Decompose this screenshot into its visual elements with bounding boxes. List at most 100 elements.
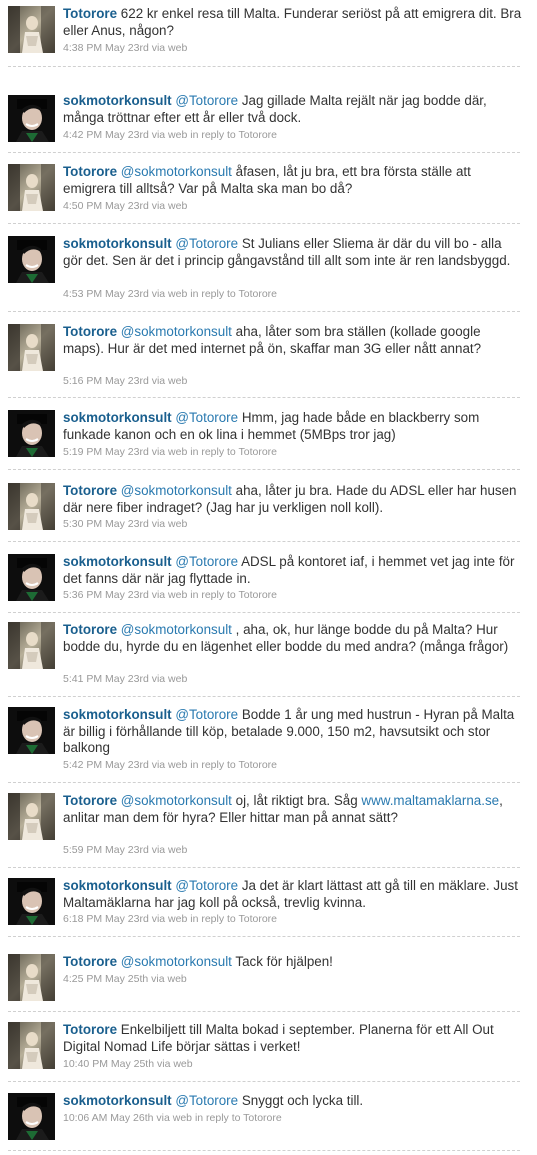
source-label: via web	[151, 518, 188, 530]
username-link[interactable]: sokmotorkonsult	[63, 1093, 172, 1108]
tweet-text: Totorore @sokmotorkonsult , aha, ok, hur…	[63, 622, 523, 655]
tweet-text: Totorore @sokmotorkonsult aha, låter ju …	[63, 483, 523, 516]
avatar-totorore[interactable]	[8, 793, 55, 840]
timestamp-link[interactable]: 5:19 PM May 23rd	[63, 446, 149, 458]
source-label: via web	[151, 913, 188, 925]
timestamp-link[interactable]: 5:30 PM May 23rd	[63, 518, 149, 530]
mention-link[interactable]: @Totorore	[175, 707, 238, 722]
avatar-sokmotorkonsult[interactable]	[8, 554, 55, 601]
username-link[interactable]: sokmotorkonsult	[63, 236, 172, 251]
avatar-totorore[interactable]	[8, 6, 55, 53]
timestamp-link[interactable]: 4:42 PM May 23rd	[63, 129, 149, 141]
mention-link[interactable]: @Totorore	[175, 410, 238, 425]
username-link[interactable]: Totorore	[63, 793, 117, 808]
tweet-divider	[8, 66, 520, 67]
avatar-sokmotorkonsult[interactable]	[8, 707, 55, 754]
timestamp-link[interactable]: 4:25 PM May 25th	[63, 973, 148, 985]
username-link[interactable]: sokmotorkonsult	[63, 707, 172, 722]
avatar-sokmotorkonsult[interactable]	[8, 95, 55, 142]
timestamp-link[interactable]: 4:53 PM May 23rd	[63, 288, 149, 300]
avatar-sokmotorkonsult[interactable]	[8, 236, 55, 283]
tweet-text: sokmotorkonsult @Totorore ADSL på kontor…	[63, 554, 523, 587]
in-reply-to-link[interactable]: in reply to Totorore	[190, 129, 277, 141]
tweet-meta: 5:30 PM May 23rd via web	[63, 518, 187, 530]
avatar-totorore[interactable]	[8, 622, 55, 669]
tweet-meta: 4:25 PM May 25th via web	[63, 973, 187, 985]
source-label: via web	[151, 129, 188, 141]
mention-link[interactable]: @Totorore	[175, 554, 238, 569]
timestamp-link[interactable]: 4:38 PM May 23rd	[63, 42, 149, 54]
username-link[interactable]: Totorore	[63, 483, 117, 498]
timestamp-link[interactable]: 5:42 PM May 23rd	[63, 759, 149, 771]
avatar-totorore[interactable]	[8, 164, 55, 211]
mention-link[interactable]: @Totorore	[175, 878, 238, 893]
username-link[interactable]: Totorore	[63, 6, 117, 21]
avatar-totorore[interactable]	[8, 324, 55, 371]
source-label: via web	[156, 1112, 193, 1124]
avatar-sokmotorkonsult[interactable]	[8, 410, 55, 457]
source-label: via web	[151, 446, 188, 458]
tweet-meta: 5:41 PM May 23rd via web	[63, 673, 187, 685]
tweet-text: sokmotorkonsult @Totorore Ja det är klar…	[63, 878, 523, 911]
mention-link[interactable]: @sokmotorkonsult	[121, 483, 232, 498]
mention-link[interactable]: @sokmotorkonsult	[121, 954, 232, 969]
username-link[interactable]: sokmotorkonsult	[63, 410, 172, 425]
in-reply-to-link[interactable]: in reply to Totorore	[190, 913, 277, 925]
tweet-message: Snyggt och lycka till.	[241, 1093, 364, 1108]
username-link[interactable]: Totorore	[63, 954, 117, 969]
tweet-divider	[8, 152, 520, 153]
source-label: via web	[151, 288, 188, 300]
mention-link[interactable]: @sokmotorkonsult	[121, 324, 232, 339]
tweet-divider	[8, 782, 520, 783]
source-label: via web	[151, 200, 188, 212]
source-label: via web	[151, 844, 188, 856]
timestamp-link[interactable]: 5:16 PM May 23rd	[63, 375, 149, 387]
timestamp-link[interactable]: 6:18 PM May 23rd	[63, 913, 149, 925]
tweet-text: Totorore @sokmotorkonsult oj, låt riktig…	[63, 793, 523, 826]
timestamp-link[interactable]: 4:50 PM May 23rd	[63, 200, 149, 212]
tweet-divider	[8, 936, 520, 937]
timestamp-link[interactable]: 5:41 PM May 23rd	[63, 673, 149, 685]
tweet-divider	[8, 867, 520, 868]
avatar-totorore[interactable]	[8, 954, 55, 1001]
username-link[interactable]: Totorore	[63, 1022, 117, 1037]
in-reply-to-link[interactable]: in reply to Totorore	[195, 1112, 282, 1124]
tweet-meta: 5:59 PM May 23rd via web	[63, 844, 187, 856]
mention-link[interactable]: @sokmotorkonsult	[121, 164, 232, 179]
mention-link[interactable]: @Totorore	[175, 93, 238, 108]
avatar-sokmotorkonsult[interactable]	[8, 878, 55, 925]
username-link[interactable]: Totorore	[63, 324, 117, 339]
username-link[interactable]: Totorore	[63, 164, 117, 179]
tweet-divider	[8, 397, 520, 398]
source-label: via web	[151, 589, 188, 601]
mention-link[interactable]: @Totorore	[175, 236, 238, 251]
username-link[interactable]: Totorore	[63, 622, 117, 637]
in-reply-to-link[interactable]: in reply to Totorore	[190, 446, 277, 458]
username-link[interactable]: sokmotorkonsult	[63, 93, 172, 108]
tweet-divider	[8, 696, 520, 697]
tweet-text: Totorore 622 kr enkel resa till Malta. F…	[63, 6, 523, 39]
mention-link[interactable]: @sokmotorkonsult	[121, 793, 232, 808]
mention-link[interactable]: @sokmotorkonsult	[121, 622, 232, 637]
url-link[interactable]: www.maltamaklarna.se	[361, 793, 499, 808]
tweet-divider	[8, 469, 520, 470]
avatar-totorore[interactable]	[8, 1022, 55, 1069]
tweet-divider	[8, 1011, 520, 1012]
tweet-meta: 5:19 PM May 23rd via web in reply to Tot…	[63, 446, 277, 458]
in-reply-to-link[interactable]: in reply to Totorore	[190, 759, 277, 771]
mention-link[interactable]: @Totorore	[175, 1093, 238, 1108]
in-reply-to-link[interactable]: in reply to Totorore	[190, 288, 277, 300]
tweet-divider	[8, 1150, 520, 1151]
username-link[interactable]: sokmotorkonsult	[63, 554, 172, 569]
tweet-meta: 10:06 AM May 26th via web in reply to To…	[63, 1112, 282, 1124]
timestamp-link[interactable]: 5:36 PM May 23rd	[63, 589, 149, 601]
timestamp-link[interactable]: 5:59 PM May 23rd	[63, 844, 149, 856]
avatar-totorore[interactable]	[8, 483, 55, 530]
username-link[interactable]: sokmotorkonsult	[63, 878, 172, 893]
timestamp-link[interactable]: 10:40 PM May 25th	[63, 1058, 154, 1070]
timestamp-link[interactable]: 10:06 AM May 26th	[63, 1112, 153, 1124]
tweet-meta: 5:36 PM May 23rd via web in reply to Tot…	[63, 589, 277, 601]
avatar-sokmotorkonsult[interactable]	[8, 1093, 55, 1140]
in-reply-to-link[interactable]: in reply to Totorore	[190, 589, 277, 601]
tweet-text: Totorore @sokmotorkonsult Tack för hjälp…	[63, 954, 523, 971]
